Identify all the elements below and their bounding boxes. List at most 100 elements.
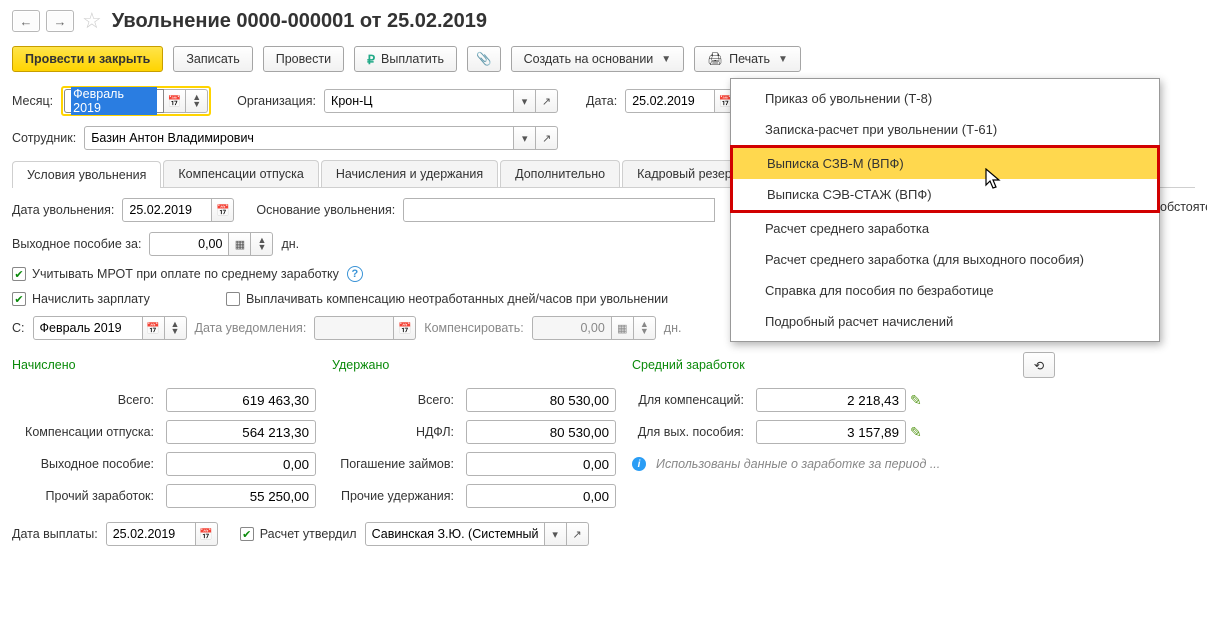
approver-input[interactable]	[365, 522, 545, 546]
print-item-t8[interactable]: Приказ об увольнении (Т-8)	[731, 83, 1159, 114]
approved-checkbox[interactable]: ✔ Расчет утвердил	[240, 527, 357, 541]
pay-button-label: Выплатить	[381, 52, 444, 66]
checkbox-checked-icon: ✔	[240, 527, 254, 541]
compensate-label: Компенсировать:	[424, 321, 523, 335]
print-label: Печать	[729, 52, 770, 66]
withheld-title: Удержано	[332, 358, 389, 372]
paperclip-icon: 📎	[476, 52, 492, 67]
avg-comp[interactable]	[756, 388, 906, 412]
month-label: Месяц:	[12, 94, 53, 108]
accrued-oth[interactable]	[166, 484, 316, 508]
pay-compensation-checkbox[interactable]: Выплачивать компенсацию неотработанных д…	[226, 292, 668, 306]
refresh-button[interactable]: ⟲	[1023, 352, 1055, 378]
severance-spinner[interactable]: ▲▼	[251, 232, 273, 256]
pencil-icon[interactable]: ✎	[910, 424, 922, 441]
print-item-avg-calc-sev[interactable]: Расчет среднего заработка (для выходного…	[731, 244, 1159, 275]
accrue-label: Начислить зарплату	[32, 292, 150, 306]
pencil-icon[interactable]: ✎	[910, 392, 922, 409]
print-button[interactable]: 🖨 Печать ▼	[694, 46, 801, 72]
help-icon[interactable]: ?	[347, 266, 363, 282]
attach-button[interactable]: 📎	[467, 46, 501, 72]
fire-date-input[interactable]	[122, 198, 212, 222]
checkbox-unchecked-icon	[226, 292, 240, 306]
calc-icon[interactable]: ▦	[229, 232, 251, 256]
back-button[interactable]: ←	[12, 10, 40, 32]
write-button[interactable]: Записать	[173, 46, 252, 72]
accrued-vac[interactable]	[166, 420, 316, 444]
approved-label: Расчет утвердил	[260, 527, 357, 541]
print-item-t61[interactable]: Записка-расчет при увольнении (Т-61)	[731, 114, 1159, 145]
paydate-input[interactable]	[106, 522, 196, 546]
accrued-total-label: Всего:	[12, 393, 162, 407]
basis-input[interactable]	[403, 198, 715, 222]
severance-days-input[interactable]	[149, 232, 229, 256]
withheld-loan[interactable]	[466, 452, 616, 476]
forward-button[interactable]: →	[46, 10, 74, 32]
avg-title: Средний заработок	[632, 358, 745, 372]
from-month-input[interactable]	[33, 316, 143, 340]
org-input[interactable]	[324, 89, 514, 113]
paydate-label: Дата выплаты:	[12, 527, 98, 541]
mrot-label: Учитывать МРОТ при оплате по среднему за…	[32, 267, 339, 281]
accrue-salary-checkbox[interactable]: ✔ Начислить зарплату	[12, 292, 150, 306]
tab-accruals[interactable]: Начисления и удержания	[321, 160, 498, 187]
accrued-total[interactable]	[166, 388, 316, 412]
run-and-close-button[interactable]: Провести и закрыть	[12, 46, 163, 72]
employee-label: Сотрудник:	[12, 131, 76, 145]
severance-unit: дн.	[281, 237, 299, 251]
calendar-icon[interactable]: 📅	[164, 89, 186, 113]
calc-icon: ▦	[612, 316, 634, 340]
dropdown-icon[interactable]: ▾	[545, 522, 567, 546]
print-item-szv-staj[interactable]: Выписка СЭВ-СТАЖ (ВПФ)	[733, 179, 1157, 210]
employee-input[interactable]	[84, 126, 514, 150]
month-field-highlight: Февраль 2019 📅 ▲▼	[61, 86, 211, 116]
withheld-ndfl[interactable]	[466, 420, 616, 444]
withheld-oth[interactable]	[466, 484, 616, 508]
create-based-on-button[interactable]: Создать на основании ▼	[511, 46, 685, 72]
from-spinner[interactable]: ▲▼	[165, 316, 187, 340]
date-input[interactable]	[625, 89, 715, 113]
pay-button[interactable]: ₽ Выплатить	[354, 46, 457, 72]
calendar-icon[interactable]: 📅	[196, 522, 218, 546]
favorite-star-icon[interactable]: ☆	[82, 8, 102, 34]
open-ref-icon[interactable]: ↗	[567, 522, 589, 546]
accrued-sev[interactable]	[166, 452, 316, 476]
tab-additional[interactable]: Дополнительно	[500, 160, 620, 187]
dropdown-icon[interactable]: ▾	[514, 126, 536, 150]
calendar-icon[interactable]: 📅	[212, 198, 234, 222]
print-item-unemp-cert[interactable]: Справка для пособия по безработице	[731, 275, 1159, 306]
run-button[interactable]: Провести	[263, 46, 344, 72]
info-icon: i	[632, 457, 646, 471]
month-input[interactable]: Февраль 2019	[64, 89, 164, 113]
open-ref-icon[interactable]: ↗	[536, 89, 558, 113]
print-item-detailed[interactable]: Подробный расчет начислений	[731, 306, 1159, 337]
print-dropdown-menu: Приказ об увольнении (Т-8) Записка-расче…	[730, 78, 1160, 342]
from-label: С:	[12, 321, 25, 335]
withheld-total[interactable]	[466, 388, 616, 412]
print-item-avg-calc[interactable]: Расчет среднего заработка	[731, 213, 1159, 244]
checkbox-checked-icon: ✔	[12, 292, 26, 306]
org-label: Организация:	[237, 94, 316, 108]
severance-label: Выходное пособие за:	[12, 237, 141, 251]
dropdown-icon[interactable]: ▾	[514, 89, 536, 113]
accrued-sev-label: Выходное пособие:	[12, 457, 162, 471]
mrot-checkbox[interactable]: ✔ Учитывать МРОТ при оплате по среднему …	[12, 267, 339, 281]
chevron-down-icon: ▼	[661, 54, 671, 65]
print-item-szvm[interactable]: Выписка СЗВ-М (ВПФ)	[733, 148, 1157, 179]
withheld-ndfl-label: НДФЛ:	[332, 425, 462, 439]
chevron-down-icon: ▼	[778, 54, 788, 65]
month-spinner[interactable]: ▲▼	[186, 89, 208, 113]
paycomp-label: Выплачивать компенсацию неотработанных д…	[246, 292, 668, 306]
avg-sev-label: Для вых. пособия:	[632, 425, 752, 439]
printer-icon: 🖨	[707, 52, 723, 67]
withheld-total-label: Всего:	[332, 393, 462, 407]
fire-date-label: Дата увольнения:	[12, 203, 114, 217]
basis-label: Основание увольнения:	[256, 203, 395, 217]
tab-conditions[interactable]: Условия увольнения	[12, 161, 161, 188]
checkbox-checked-icon: ✔	[12, 267, 26, 281]
calendar-icon[interactable]: 📅	[143, 316, 165, 340]
avg-sev[interactable]	[756, 420, 906, 444]
tab-vacation-comp[interactable]: Компенсации отпуска	[163, 160, 318, 187]
open-ref-icon[interactable]: ↗	[536, 126, 558, 150]
page-title: Увольнение 0000-000001 от 25.02.2019	[112, 10, 487, 33]
